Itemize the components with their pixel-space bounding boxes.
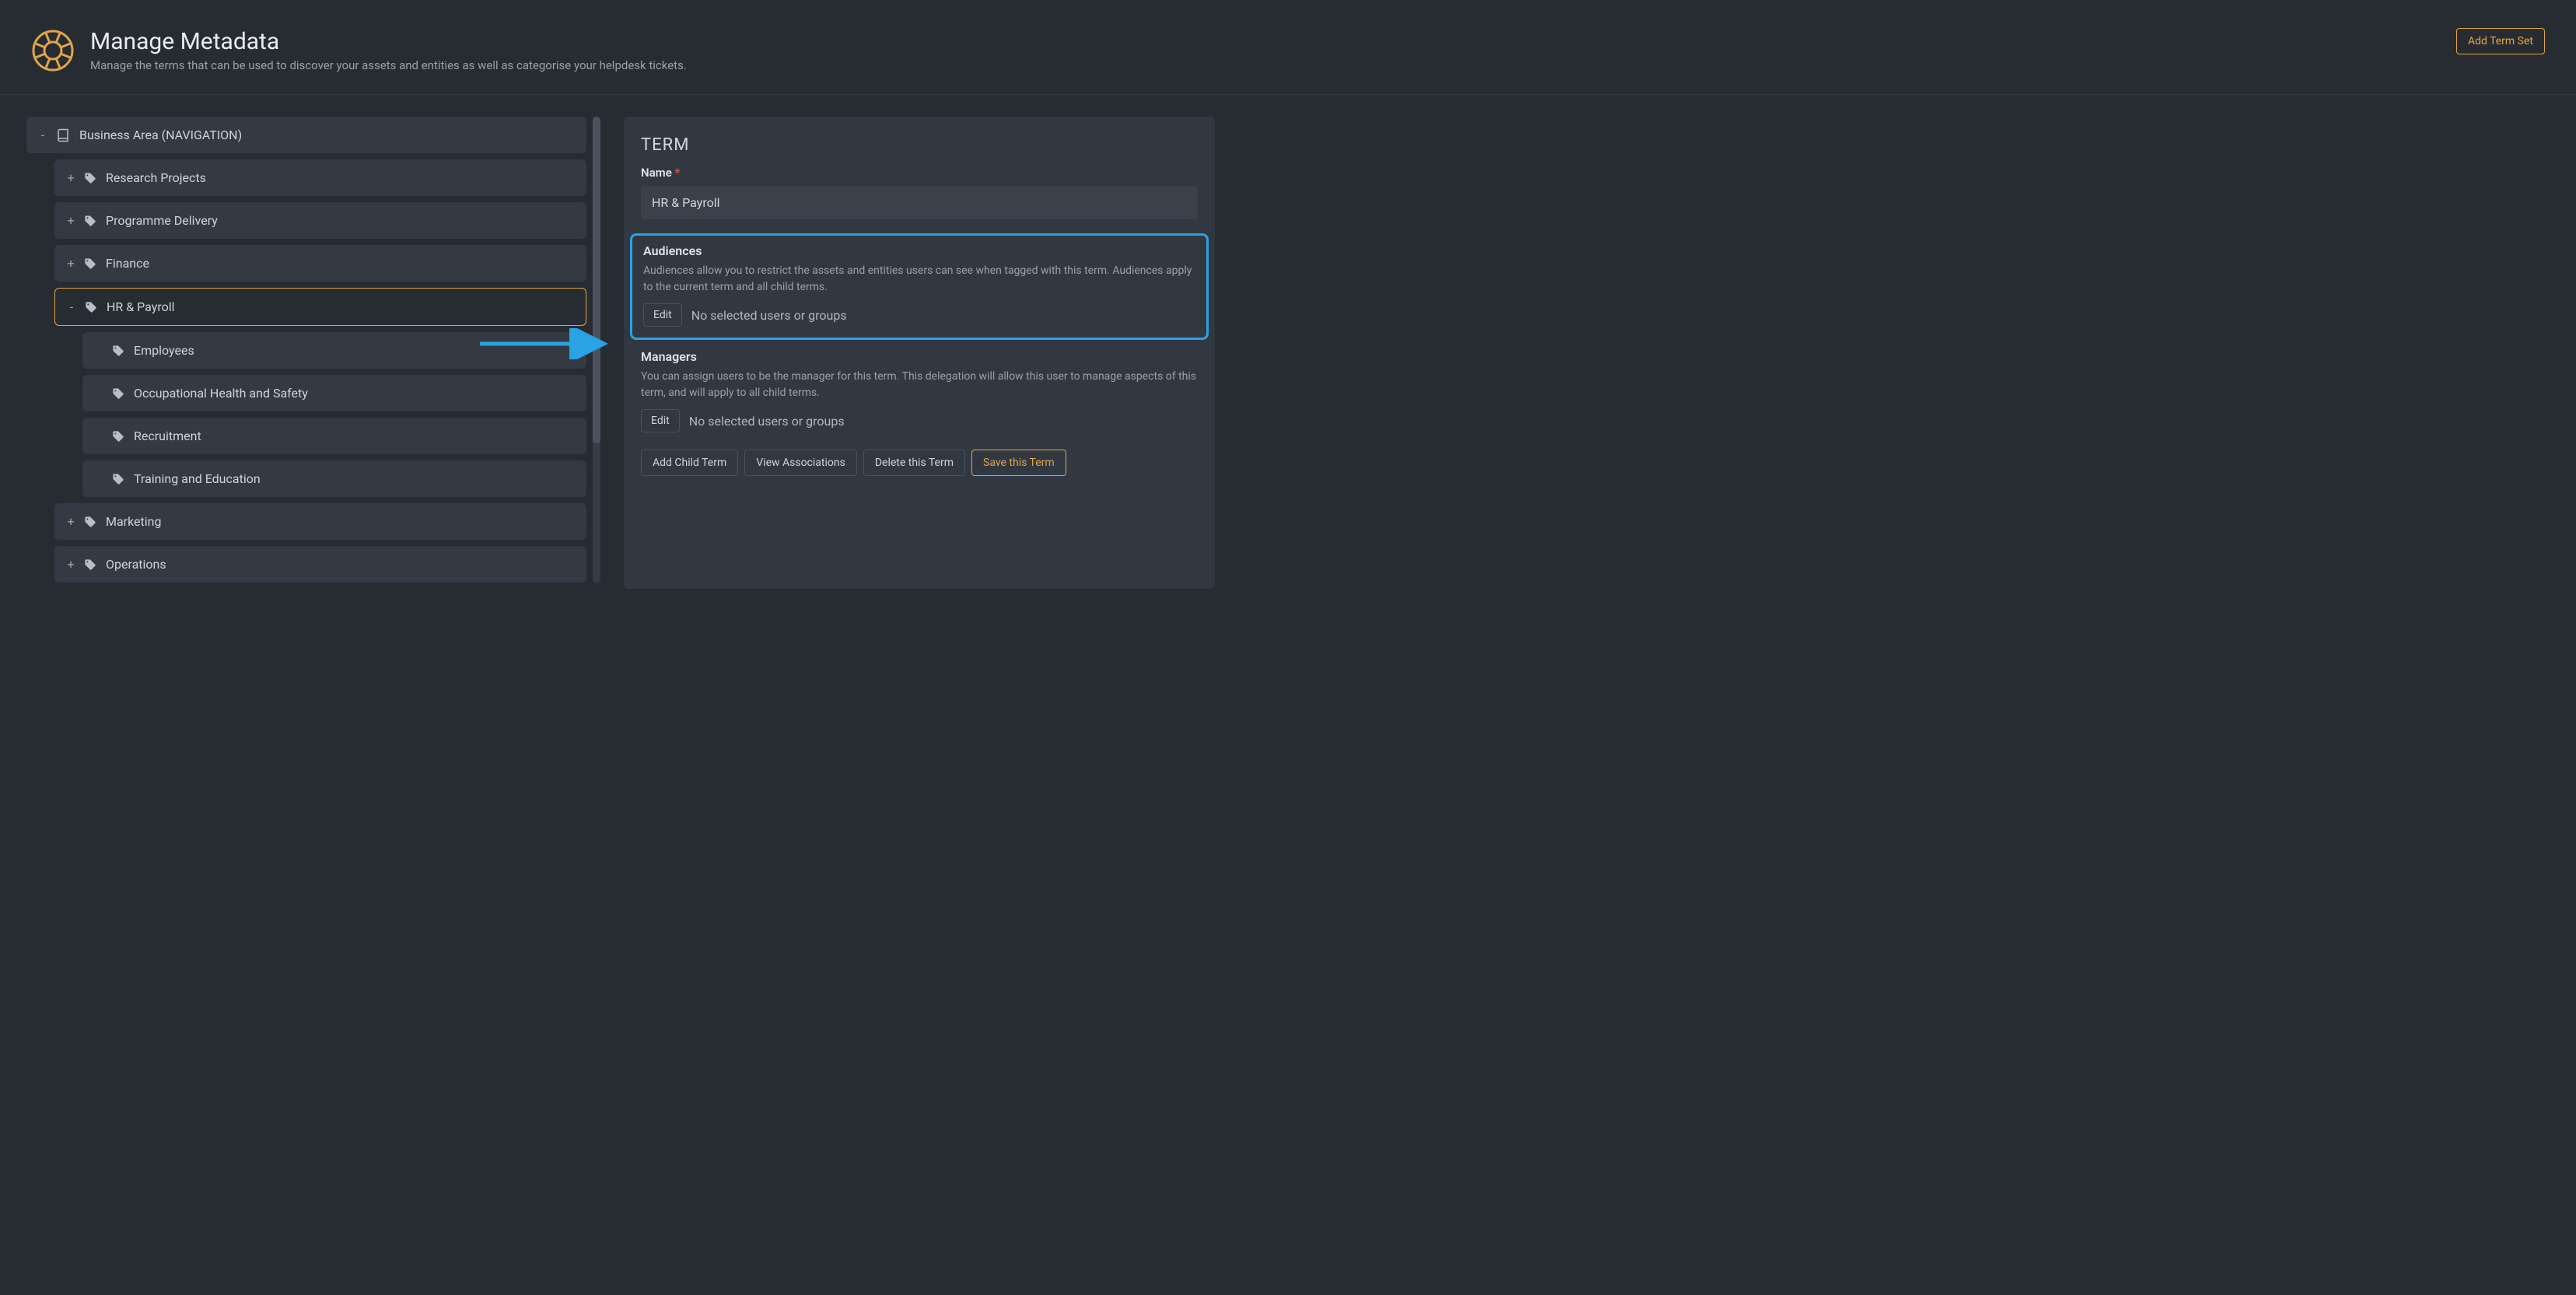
tree-row-label: Finance (106, 256, 149, 271)
tree-row-label: Operations (106, 557, 166, 572)
term-detail-panel: TERM Name * Audiences Audiences allow yo… (624, 117, 1215, 589)
tag-icon (112, 387, 124, 400)
tree-row[interactable]: Employees (82, 332, 586, 369)
managers-label: Managers (641, 349, 1198, 364)
add-term-set-button[interactable]: Add Term Set (2456, 28, 2545, 54)
tree-row[interactable]: Training and Education (82, 460, 586, 497)
lifebuoy-icon (31, 29, 75, 72)
tag-icon (112, 473, 124, 485)
detail-actions: Add Child Term View Associations Delete … (641, 450, 1198, 476)
tree-row[interactable]: Recruitment (82, 418, 586, 454)
tree-row[interactable]: - HR & Payroll (54, 288, 586, 326)
header-text: Manage Metadata Manage the terms that ca… (90, 28, 687, 72)
tree-row-label: Recruitment (134, 429, 201, 443)
content-area: - Business Area (NAVIGATION) + Research P… (0, 95, 2576, 589)
tag-icon (84, 172, 96, 184)
page-subtitle: Manage the terms that can be used to dis… (90, 58, 687, 72)
expander-toggle[interactable]: + (67, 256, 75, 271)
tree-row[interactable]: Occupational Health and Safety (82, 375, 586, 411)
tag-icon (112, 345, 124, 357)
tree-row[interactable]: + Programme Delivery (54, 202, 586, 239)
tag-icon (84, 558, 96, 571)
audiences-status: No selected users or groups (691, 308, 847, 323)
tree-row[interactable]: + Operations (54, 546, 586, 583)
required-asterisk: * (675, 166, 681, 180)
audiences-highlight: Audiences Audiences allow you to restric… (630, 233, 1209, 340)
tree-row-label: Programme Delivery (106, 213, 218, 228)
tree-row-label: HR & Payroll (107, 299, 175, 314)
tag-icon (84, 257, 96, 270)
tag-icon (84, 215, 96, 227)
tree-row-label: Business Area (NAVIGATION) (79, 128, 242, 142)
audiences-edit-button[interactable]: Edit (643, 303, 682, 327)
managers-block: Managers You can assign users to be the … (641, 349, 1198, 432)
term-name-input[interactable] (641, 186, 1198, 219)
view-associations-button[interactable]: View Associations (744, 450, 857, 476)
expander-toggle[interactable]: + (67, 170, 75, 185)
scrollbar-thumb[interactable] (593, 117, 600, 443)
expander-toggle[interactable]: + (67, 514, 75, 529)
tree-root-business-area[interactable]: - Business Area (NAVIGATION) (26, 117, 586, 153)
tree-row[interactable]: + Research Projects (54, 159, 586, 196)
expander-toggle[interactable]: + (67, 557, 75, 572)
managers-edit-row: Edit No selected users or groups (641, 409, 1198, 432)
name-field-label: Name * (641, 166, 1198, 180)
expander-toggle[interactable]: + (67, 213, 75, 228)
tree-row[interactable]: + Marketing (54, 503, 586, 540)
scrollbar-track[interactable] (593, 117, 600, 583)
page-title: Manage Metadata (90, 28, 687, 55)
tag-icon (84, 516, 96, 528)
delete-term-button[interactable]: Delete this Term (863, 450, 965, 476)
detail-section-title: TERM (641, 135, 1198, 155)
expander-toggle[interactable]: - (39, 128, 47, 142)
header-left: Manage Metadata Manage the terms that ca… (31, 28, 687, 72)
save-term-button[interactable]: Save this Term (971, 450, 1066, 476)
tree-row-label: Employees (134, 343, 194, 358)
expander-toggle[interactable]: - (68, 299, 75, 314)
tree-row-label: Research Projects (106, 170, 206, 185)
term-tree: - Business Area (NAVIGATION) + Research P… (26, 117, 586, 589)
tree-row[interactable]: + Finance (54, 245, 586, 282)
book-icon (56, 128, 70, 142)
tree-row-label: Occupational Health and Safety (134, 386, 308, 401)
tag-icon (85, 301, 97, 313)
audiences-edit-row: Edit No selected users or groups (643, 303, 1195, 327)
tree-row-label: Marketing (106, 514, 161, 529)
add-child-term-button[interactable]: Add Child Term (641, 450, 738, 476)
name-label-text: Name (641, 166, 672, 180)
audiences-label: Audiences (643, 243, 1195, 258)
managers-help: You can assign users to be the manager f… (641, 369, 1198, 401)
audiences-help: Audiences allow you to restrict the asse… (643, 263, 1195, 296)
managers-edit-button[interactable]: Edit (641, 409, 680, 432)
tag-icon (112, 430, 124, 443)
tree-row-label: Training and Education (134, 471, 261, 486)
page-header: Manage Metadata Manage the terms that ca… (0, 0, 2576, 95)
managers-status: No selected users or groups (689, 414, 845, 429)
